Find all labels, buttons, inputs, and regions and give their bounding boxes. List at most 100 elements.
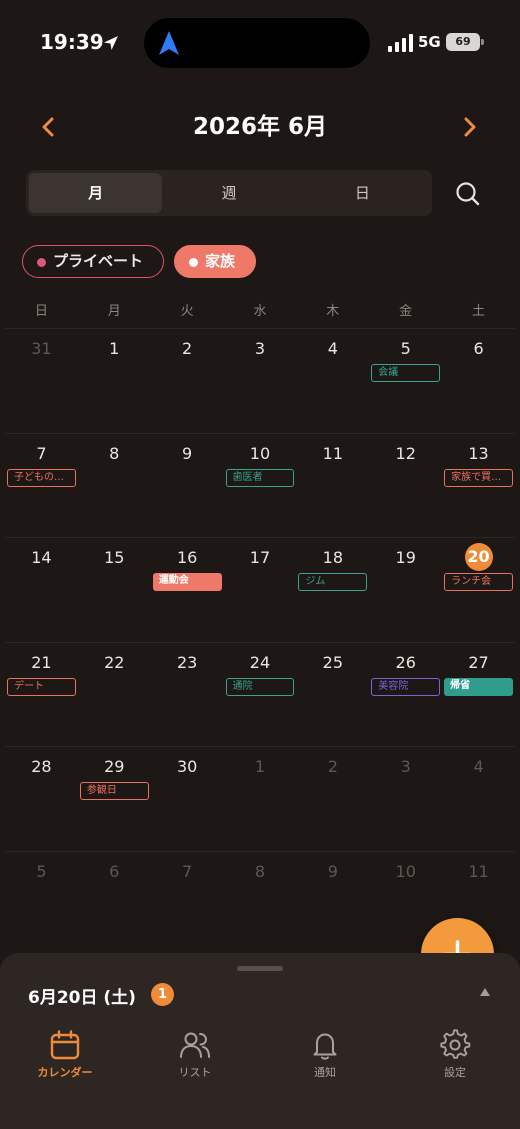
day-cell[interactable]: 20 ランチ会 bbox=[442, 538, 515, 642]
day-number: 24 bbox=[249, 652, 271, 672]
search-icon bbox=[456, 182, 480, 206]
tab-label: 設定 bbox=[444, 1066, 466, 1079]
expand-sheet-button[interactable] bbox=[479, 986, 491, 1000]
navigation-arrow-icon bbox=[159, 31, 179, 55]
day-number: 28 bbox=[31, 757, 52, 776]
week-row: 28 29 参観日 30 1 2 3 4 bbox=[5, 746, 515, 850]
day-cell[interactable]: 5 bbox=[5, 852, 78, 956]
day-number: 21 bbox=[31, 652, 52, 672]
day-number: 17 bbox=[249, 548, 271, 567]
week-row: 21 デート 22 23 24 通院 25 26 美容院 27 帰省 bbox=[5, 641, 515, 747]
day-number: 31 bbox=[31, 339, 52, 358]
tab-week[interactable]: 週 bbox=[162, 173, 295, 213]
day-cell[interactable]: 11 bbox=[296, 434, 369, 538]
day-cell[interactable]: 7 子どもの… bbox=[5, 434, 78, 538]
chip-label: プライベート bbox=[53, 252, 144, 270]
day-cell[interactable]: 10 歯医者 bbox=[224, 434, 297, 538]
event-chip[interactable]: 運動会 bbox=[152, 573, 222, 591]
weekday-header: 日 月 火 水 木 金 土 bbox=[5, 300, 515, 326]
chip-dot bbox=[189, 258, 198, 267]
event-chip[interactable]: 通院 bbox=[225, 677, 295, 696]
day-number: 26 bbox=[395, 652, 416, 672]
event-chip[interactable]: 子どもの… bbox=[7, 468, 76, 487]
day-number: 16 bbox=[176, 548, 198, 567]
day-cell[interactable]: 3 bbox=[224, 329, 297, 433]
day-number: 15 bbox=[104, 548, 125, 567]
tab-label: カレンダー bbox=[37, 1066, 93, 1079]
day-cell[interactable]: 13 家族で買… bbox=[442, 434, 515, 538]
day-cell[interactable]: 31 bbox=[5, 329, 78, 433]
event-chip[interactable]: 帰省 bbox=[444, 677, 513, 696]
day-number: 18 bbox=[322, 548, 344, 567]
day-cell[interactable]: 3 bbox=[369, 747, 442, 851]
tab-calendar[interactable]: カレンダー bbox=[0, 1028, 130, 1088]
event-chip[interactable]: 参観日 bbox=[79, 782, 149, 800]
bottom-sheet: 6月20日 (土) 1 カレンダー リスト 通知 設定 bbox=[0, 953, 520, 1129]
day-number: 11 bbox=[322, 443, 344, 463]
event-chip[interactable]: デート bbox=[7, 677, 76, 696]
search-button[interactable] bbox=[452, 178, 484, 210]
event-chip[interactable]: 歯医者 bbox=[225, 468, 295, 487]
day-number: 4 bbox=[327, 339, 338, 358]
event-chip[interactable]: ジム bbox=[298, 573, 368, 591]
weekday-label: 日 bbox=[34, 304, 48, 319]
day-cell[interactable]: 4 bbox=[442, 747, 515, 851]
tab-settings[interactable]: 設定 bbox=[390, 1028, 520, 1088]
day-cell[interactable]: 30 bbox=[151, 747, 224, 851]
day-cell[interactable]: 28 bbox=[5, 747, 78, 851]
day-number: 7 bbox=[36, 443, 47, 463]
day-cell[interactable]: 7 bbox=[151, 852, 224, 956]
caret-up-icon bbox=[480, 988, 490, 996]
event-chip[interactable]: 家族で買… bbox=[444, 468, 513, 487]
prev-month-button[interactable] bbox=[32, 110, 66, 144]
tab-notifications[interactable]: 通知 bbox=[260, 1028, 390, 1088]
day-number: 29 bbox=[104, 757, 125, 776]
event-chip[interactable]: ランチ会 bbox=[444, 573, 513, 591]
day-cell[interactable]: 18 ジム bbox=[296, 538, 369, 642]
tab-day[interactable]: 日 bbox=[296, 173, 429, 213]
day-cell[interactable]: 12 bbox=[369, 434, 442, 538]
weekday-label: 水 bbox=[253, 304, 267, 319]
day-cell[interactable]: 16 運動会 bbox=[151, 538, 224, 642]
day-cell[interactable]: 5 会議 bbox=[369, 329, 442, 433]
dynamic-island[interactable] bbox=[144, 18, 370, 68]
status-bar: 19:39 5G 69 bbox=[0, 0, 520, 88]
day-cell[interactable]: 14 bbox=[5, 538, 78, 642]
day-cell[interactable]: 23 bbox=[151, 643, 224, 747]
chevron-left-icon bbox=[42, 117, 54, 137]
day-cell[interactable]: 2 bbox=[296, 747, 369, 851]
day-cell[interactable]: 1 bbox=[224, 747, 297, 851]
day-cell[interactable]: 27 帰省 bbox=[442, 643, 515, 747]
day-cell[interactable]: 9 bbox=[151, 434, 224, 538]
day-cell[interactable]: 9 bbox=[296, 852, 369, 956]
day-cell[interactable]: 17 bbox=[224, 538, 297, 642]
day-cell[interactable]: 2 bbox=[151, 329, 224, 433]
next-month-button[interactable] bbox=[452, 110, 486, 144]
day-cell[interactable]: 19 bbox=[369, 538, 442, 642]
filter-chip-private[interactable]: プライベート bbox=[22, 245, 164, 278]
day-number: 14 bbox=[31, 548, 52, 567]
day-cell[interactable]: 29 参観日 bbox=[78, 747, 151, 851]
event-chip[interactable]: 美容院 bbox=[371, 677, 441, 696]
day-cell[interactable]: 6 bbox=[78, 852, 151, 956]
day-cell[interactable]: 8 bbox=[78, 434, 151, 538]
day-cell[interactable]: 22 bbox=[78, 643, 151, 747]
day-cell[interactable]: 4 bbox=[296, 329, 369, 433]
day-cell[interactable]: 24 通院 bbox=[224, 643, 297, 747]
view-toggle: 月 週 日 bbox=[26, 170, 432, 216]
day-cell[interactable]: 26 美容院 bbox=[369, 643, 442, 747]
filter-chip-family[interactable]: 家族 bbox=[174, 245, 256, 278]
event-chip[interactable]: 会議 bbox=[371, 364, 441, 382]
day-cell[interactable]: 25 bbox=[296, 643, 369, 747]
day-cell[interactable]: 15 bbox=[78, 538, 151, 642]
tab-month[interactable]: 月 bbox=[29, 173, 163, 213]
sheet-grabber[interactable] bbox=[237, 966, 283, 971]
day-cell[interactable]: 8 bbox=[224, 852, 297, 956]
tab-list[interactable]: リスト bbox=[130, 1028, 260, 1088]
day-cell[interactable]: 1 bbox=[78, 329, 151, 433]
day-number: 12 bbox=[395, 443, 416, 463]
chevron-right-icon bbox=[464, 117, 476, 137]
day-cell[interactable]: 6 bbox=[442, 329, 515, 433]
day-number: 19 bbox=[395, 548, 416, 567]
day-cell[interactable]: 21 デート bbox=[5, 643, 78, 747]
